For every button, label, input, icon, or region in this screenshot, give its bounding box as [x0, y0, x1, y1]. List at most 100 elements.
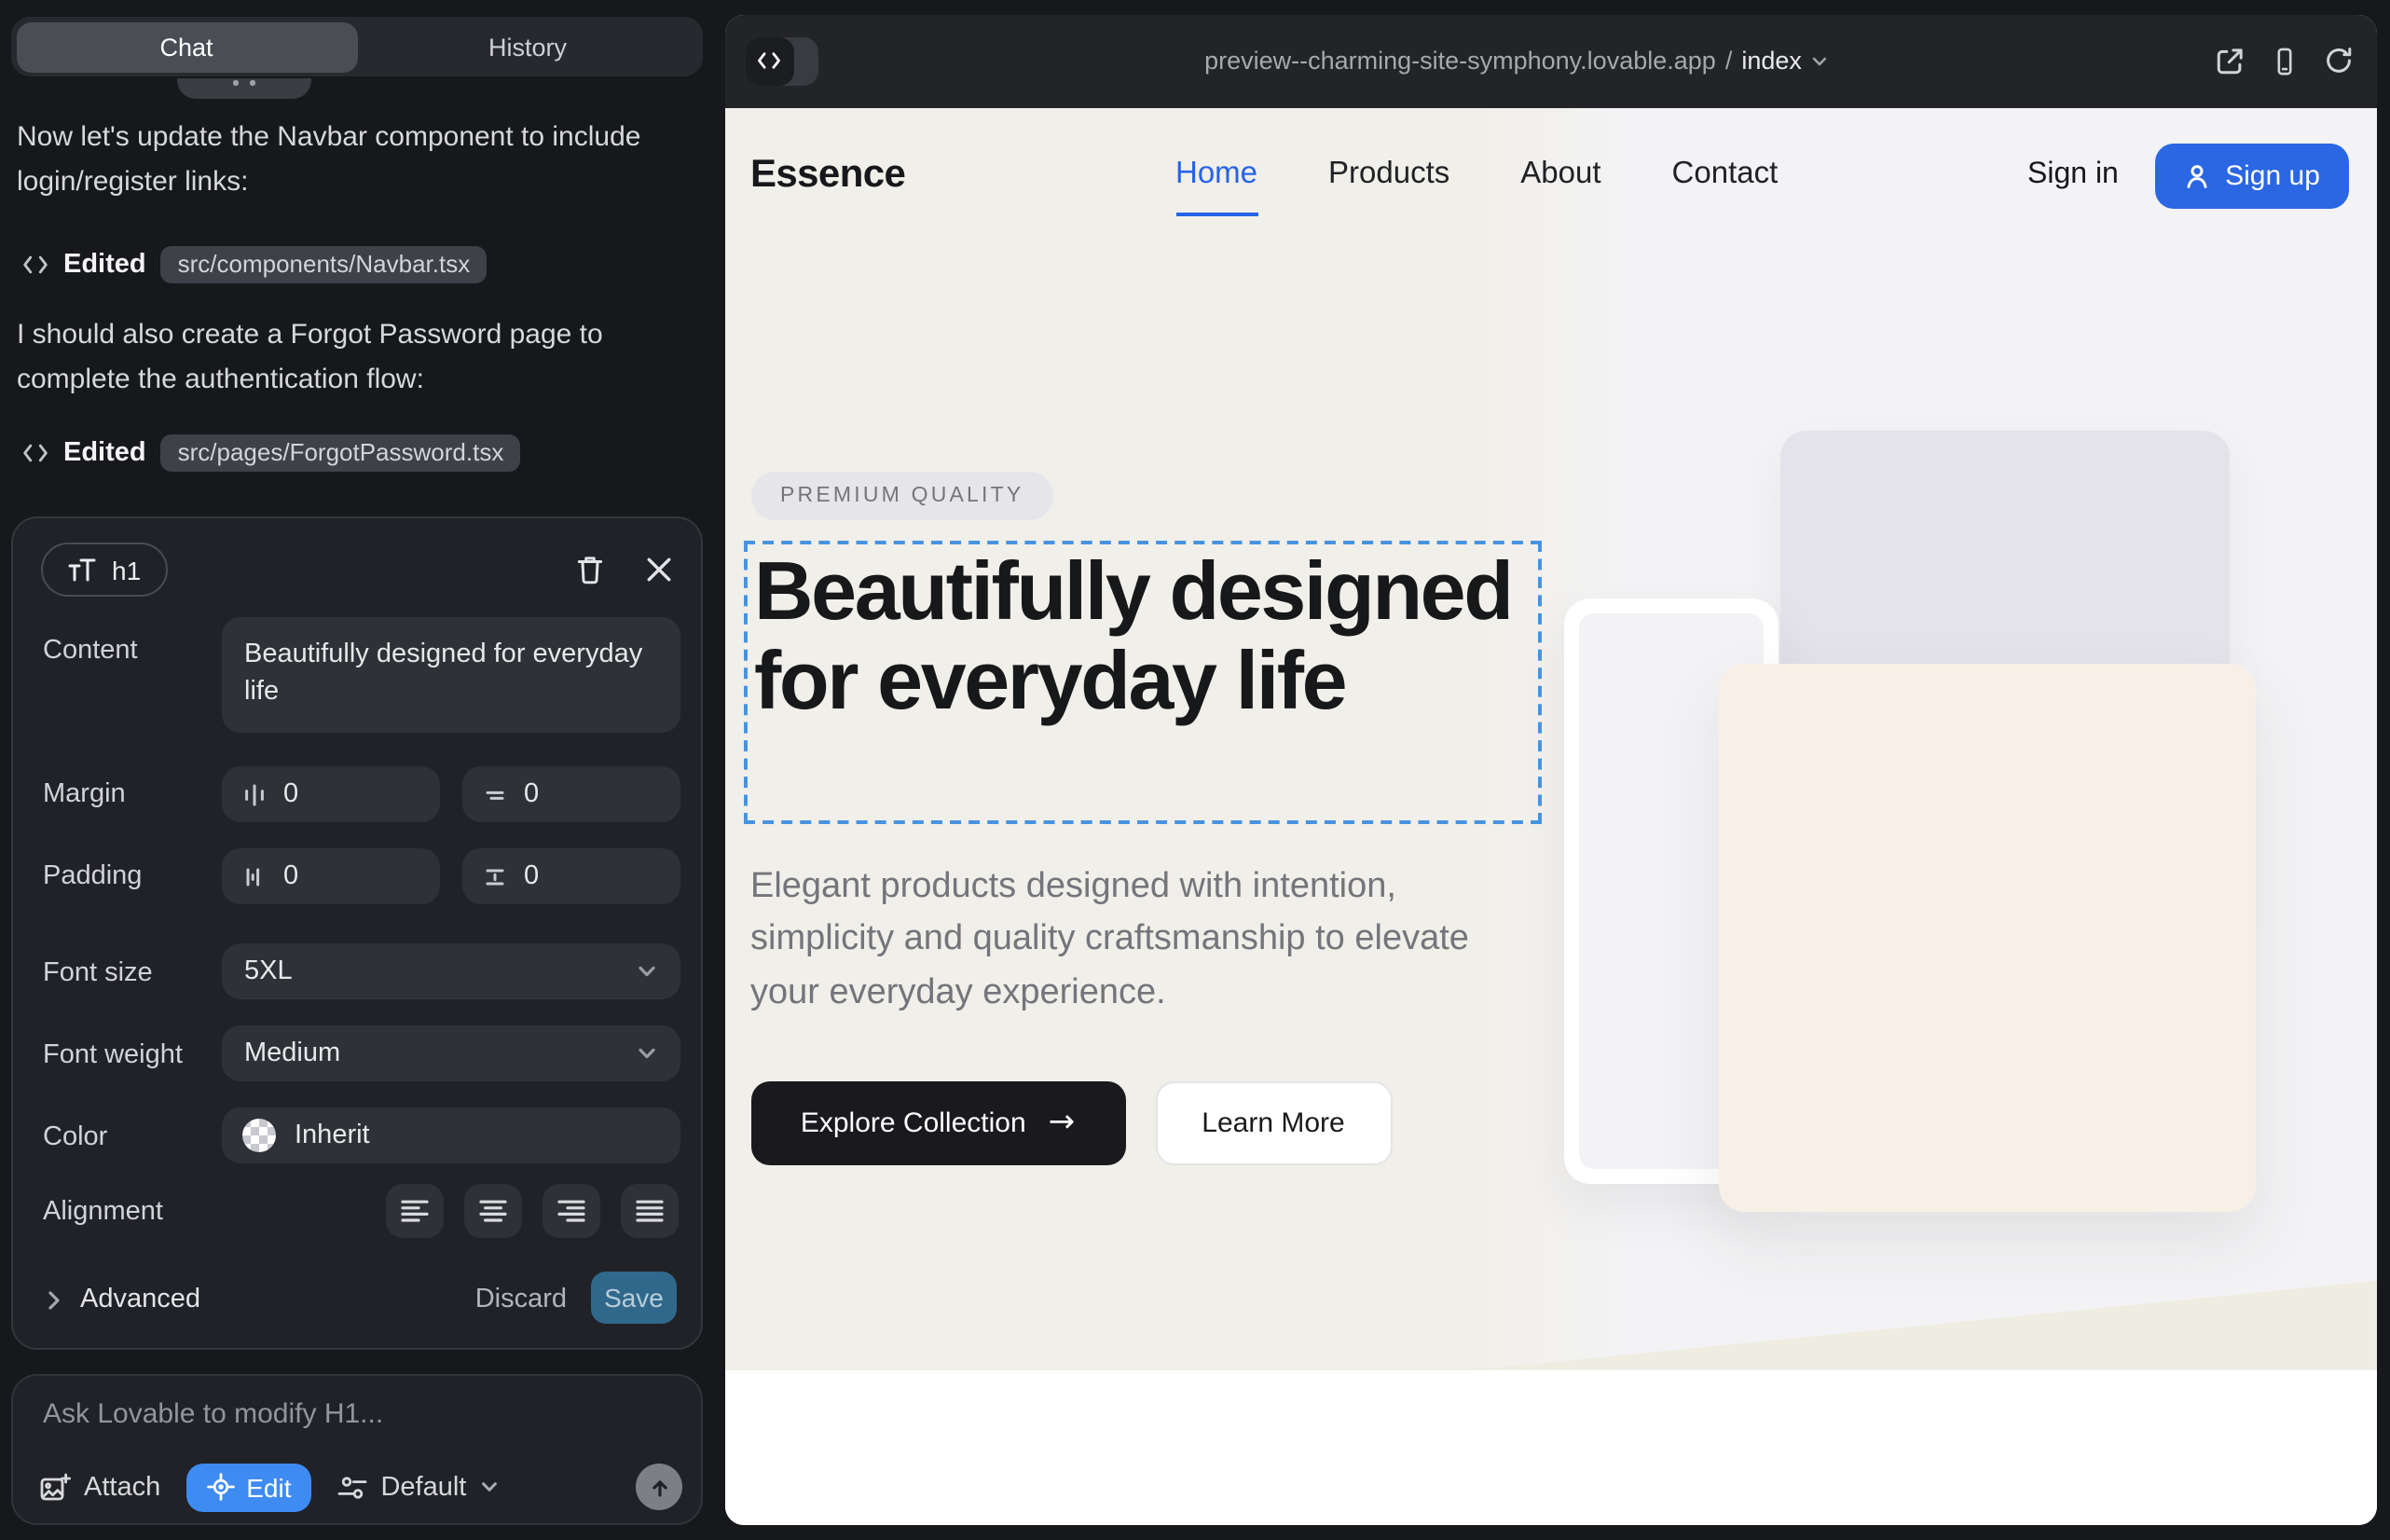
lovable-side-panel: Chat History Now let's update the Navbar…: [0, 0, 723, 1540]
dot-icon: [250, 80, 254, 85]
transparent-swatch-icon: [242, 1119, 276, 1152]
scrolled-collapsed-chip[interactable]: [177, 78, 311, 99]
nav-link-contact[interactable]: Contact: [1672, 157, 1779, 192]
image-plus-icon: [39, 1472, 71, 1502]
send-button[interactable]: [636, 1464, 682, 1510]
file-chip[interactable]: src/components/Navbar.tsx: [161, 245, 488, 282]
sign-up-button[interactable]: Sign up: [2154, 143, 2348, 208]
chat-mode-select[interactable]: Default: [337, 1472, 500, 1502]
font-size-value: 5XL: [244, 956, 293, 986]
color-label: Color: [43, 1122, 107, 1152]
align-right-button[interactable]: [543, 1184, 600, 1238]
padding-x-input[interactable]: [283, 861, 395, 891]
align-left-button[interactable]: [386, 1184, 444, 1238]
sign-up-label: Sign up: [2225, 159, 2320, 191]
assistant-message: I should also create a Forgot Password p…: [17, 313, 695, 403]
chat-history-tabs: Chat History: [11, 17, 703, 76]
close-editor-button[interactable]: [638, 548, 679, 589]
mode-label: Default: [380, 1472, 466, 1502]
url-bar[interactable]: preview--charming-site-symphony.lovable.…: [724, 14, 2377, 107]
url-page: index: [1741, 47, 1802, 75]
align-left-icon: [401, 1199, 429, 1223]
hero-badge: PREMIUM QUALITY: [750, 471, 1053, 519]
align-center-icon: [479, 1199, 507, 1223]
save-button[interactable]: Save: [591, 1272, 677, 1324]
device-preview-button[interactable]: [2271, 46, 2299, 76]
trash-icon: [573, 553, 605, 584]
code-icon: [22, 441, 48, 463]
edit-mode-button[interactable]: Edit: [186, 1463, 311, 1511]
chevron-down-icon: [636, 960, 658, 983]
nav-link-products[interactable]: Products: [1328, 157, 1449, 192]
attach-label: Attach: [84, 1472, 160, 1502]
padding-x-field[interactable]: [222, 848, 440, 904]
smartphone-icon: [2271, 46, 2299, 76]
refresh-button[interactable]: [2325, 47, 2353, 75]
cta-primary-label: Explore Collection: [801, 1107, 1026, 1138]
app-root: Chat History Now let's update the Navbar…: [0, 0, 2390, 1540]
sign-in-link[interactable]: Sign in: [2027, 107, 2119, 241]
color-value: Inherit: [295, 1121, 370, 1150]
decorative-card-cream: [1718, 663, 2255, 1211]
url-domain: preview--charming-site-symphony.lovable.…: [1204, 47, 1716, 75]
edited-file-row: Edited src/components/Navbar.tsx: [22, 242, 487, 285]
code-icon: [22, 253, 48, 275]
font-weight-select[interactable]: Medium: [222, 1025, 680, 1081]
attach-button[interactable]: Attach: [39, 1472, 160, 1502]
nav-links: Home Products About Contact: [1175, 107, 1778, 241]
hero-heading[interactable]: Beautifully designed for everyday life: [754, 547, 1530, 726]
sliders-icon: [337, 1474, 367, 1500]
padding-vertical-icon: [483, 864, 507, 888]
alignment-label: Alignment: [43, 1197, 163, 1227]
target-icon: [207, 1473, 235, 1501]
margin-horizontal-icon: [242, 782, 267, 806]
padding-label: Padding: [43, 861, 142, 891]
close-icon: [644, 555, 672, 583]
preview-browser-frame: preview--charming-site-symphony.lovable.…: [724, 14, 2377, 1525]
margin-x-field[interactable]: [222, 766, 440, 822]
site-preview: Essence Home Products About Contact Sign…: [724, 107, 2377, 1525]
discard-button[interactable]: Discard: [475, 1285, 567, 1314]
advanced-toggle[interactable]: Advanced: [45, 1285, 200, 1314]
composer-input[interactable]: [43, 1398, 658, 1430]
tab-chat[interactable]: Chat: [16, 21, 357, 72]
font-weight-value: Medium: [244, 1038, 340, 1068]
padding-y-input[interactable]: [524, 861, 636, 891]
align-justify-button[interactable]: [621, 1184, 679, 1238]
chevron-down-icon: [479, 1477, 500, 1497]
margin-label: Margin: [43, 779, 126, 809]
chat-composer: Attach Edit De: [11, 1374, 703, 1525]
align-justify-icon: [636, 1199, 664, 1223]
composer-toolbar: Attach Edit De: [39, 1462, 682, 1512]
learn-more-button[interactable]: Learn More: [1155, 1080, 1392, 1164]
browser-actions: [2215, 14, 2353, 107]
tab-history[interactable]: History: [357, 21, 698, 72]
delete-element-button[interactable]: [569, 548, 610, 589]
chevron-right-icon: [45, 1289, 63, 1310]
edit-label: Edit: [246, 1472, 291, 1502]
site-logo[interactable]: Essence: [750, 107, 905, 241]
user-icon: [2182, 161, 2210, 189]
nav-link-home[interactable]: Home: [1175, 157, 1257, 192]
assistant-message: Now let's update the Navbar component to…: [17, 116, 695, 205]
arrow-right-icon: →: [1049, 1104, 1076, 1141]
font-size-select[interactable]: 5XL: [222, 943, 680, 999]
file-chip[interactable]: src/pages/ForgotPassword.tsx: [161, 433, 521, 471]
padding-horizontal-icon: [242, 864, 267, 888]
site-navbar: Essence Home Products About Contact Sign…: [724, 107, 2377, 241]
open-external-button[interactable]: [2215, 46, 2245, 76]
selected-element-pill[interactable]: h1: [41, 543, 167, 597]
color-select[interactable]: Inherit: [222, 1107, 680, 1163]
margin-x-input[interactable]: [283, 779, 395, 809]
margin-y-field[interactable]: [462, 766, 680, 822]
selected-heading-outline[interactable]: Beautifully designed for everyday life: [743, 540, 1541, 823]
margin-y-input[interactable]: [524, 779, 636, 809]
font-weight-label: Font weight: [43, 1040, 183, 1070]
padding-y-field[interactable]: [462, 848, 680, 904]
nav-link-about[interactable]: About: [1520, 157, 1600, 192]
font-size-label: Font size: [43, 958, 153, 988]
align-center-button[interactable]: [464, 1184, 522, 1238]
explore-collection-button[interactable]: Explore Collection →: [750, 1080, 1125, 1164]
refresh-icon: [2325, 47, 2353, 75]
content-textarea[interactable]: Beautifully designed for everyday life: [222, 617, 680, 733]
